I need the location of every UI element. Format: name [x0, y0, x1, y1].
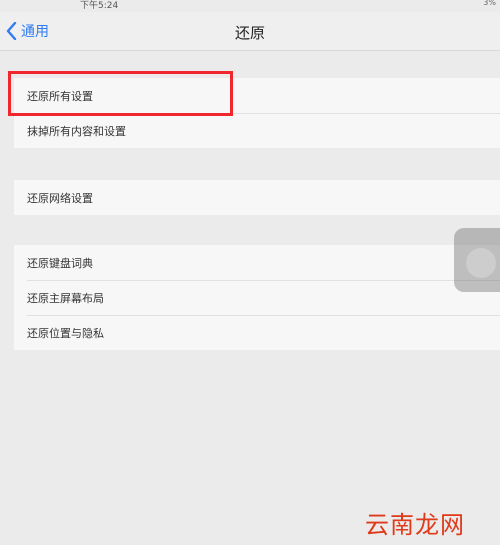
- erase-all-content-row[interactable]: 抹掉所有内容和设置: [14, 113, 500, 148]
- reset-home-screen-layout-row[interactable]: 还原主屏幕布局: [14, 280, 500, 315]
- row-label: 还原位置与隐私: [27, 326, 104, 340]
- navigation-bar: 通用 还原: [0, 12, 500, 51]
- settings-group-network: 还原网络设置: [14, 180, 500, 215]
- reset-keyboard-dictionary-row[interactable]: 还原键盘词典: [14, 245, 500, 280]
- row-label: 抹掉所有内容和设置: [27, 124, 126, 138]
- status-bar: 下午5:24 3%: [0, 0, 500, 12]
- row-label: 还原主屏幕布局: [27, 291, 104, 305]
- highlight-annotation-box: [8, 71, 233, 116]
- assistive-touch-circle-icon: [466, 248, 496, 278]
- assistive-touch-button[interactable]: [454, 228, 500, 292]
- status-time: 下午5:24: [80, 1, 119, 11]
- reset-network-settings-row[interactable]: 还原网络设置: [14, 180, 500, 215]
- row-label: 还原网络设置: [27, 191, 93, 205]
- reset-location-privacy-row[interactable]: 还原位置与隐私: [14, 315, 500, 350]
- row-label: 还原键盘词典: [27, 256, 93, 270]
- settings-group-other: 还原键盘词典 还原主屏幕布局 还原位置与隐私: [14, 245, 500, 350]
- battery-percentage: 3%: [483, 0, 496, 7]
- watermark-text: 云南龙网: [365, 511, 465, 539]
- page-title: 还原: [234, 24, 265, 42]
